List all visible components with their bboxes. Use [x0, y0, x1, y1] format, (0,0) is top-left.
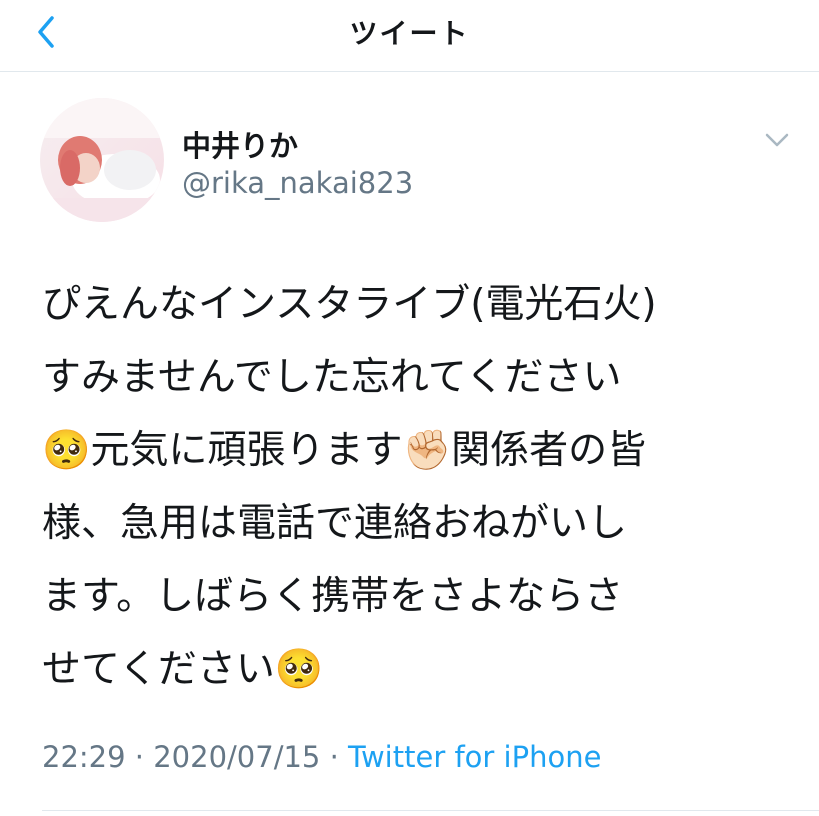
display-name[interactable]: 中井りか: [182, 123, 298, 165]
tweet-text-line: せてください🥺: [42, 647, 324, 692]
avatar[interactable]: [40, 98, 164, 222]
tweet-text: ぴえんなインスタライブ(電光石火) すみませんでした忘れてください 🥺元気に頑張…: [42, 268, 802, 706]
tweet-date: 2020/07/15: [153, 740, 321, 774]
tweet-text-line: 様、急用は電話で連絡おねがいし: [42, 501, 628, 546]
meta-separator: ·: [320, 740, 349, 774]
meta-separator: ·: [125, 740, 154, 774]
user-handle[interactable]: @rika_nakai823: [182, 166, 413, 200]
tweet-text-line: 🥺元気に頑張ります✊🏻関係者の皆: [42, 428, 647, 473]
tweet-source-link[interactable]: Twitter for iPhone: [348, 740, 601, 774]
tweet-metadata: 22:29 · 2020/07/15 · Twitter for iPhone: [42, 740, 601, 774]
navigation-bar: ツイート: [0, 0, 819, 72]
tweet-menu-button[interactable]: [760, 125, 794, 155]
tweet-author: 中井りか @rika_nakai823: [0, 73, 819, 233]
tweet-text-line: ぴえんなインスタライブ(電光石火): [42, 282, 657, 327]
profile-photo: [40, 98, 164, 222]
page-title: ツイート: [349, 17, 470, 50]
divider: [42, 810, 819, 811]
chevron-down-icon: [765, 133, 789, 147]
tweet-text-line: すみませんでした忘れてください: [42, 355, 622, 400]
tweet-time: 22:29: [42, 740, 126, 774]
tweet-text-line: ます。しばらく携帯をさよならさ: [42, 574, 624, 619]
